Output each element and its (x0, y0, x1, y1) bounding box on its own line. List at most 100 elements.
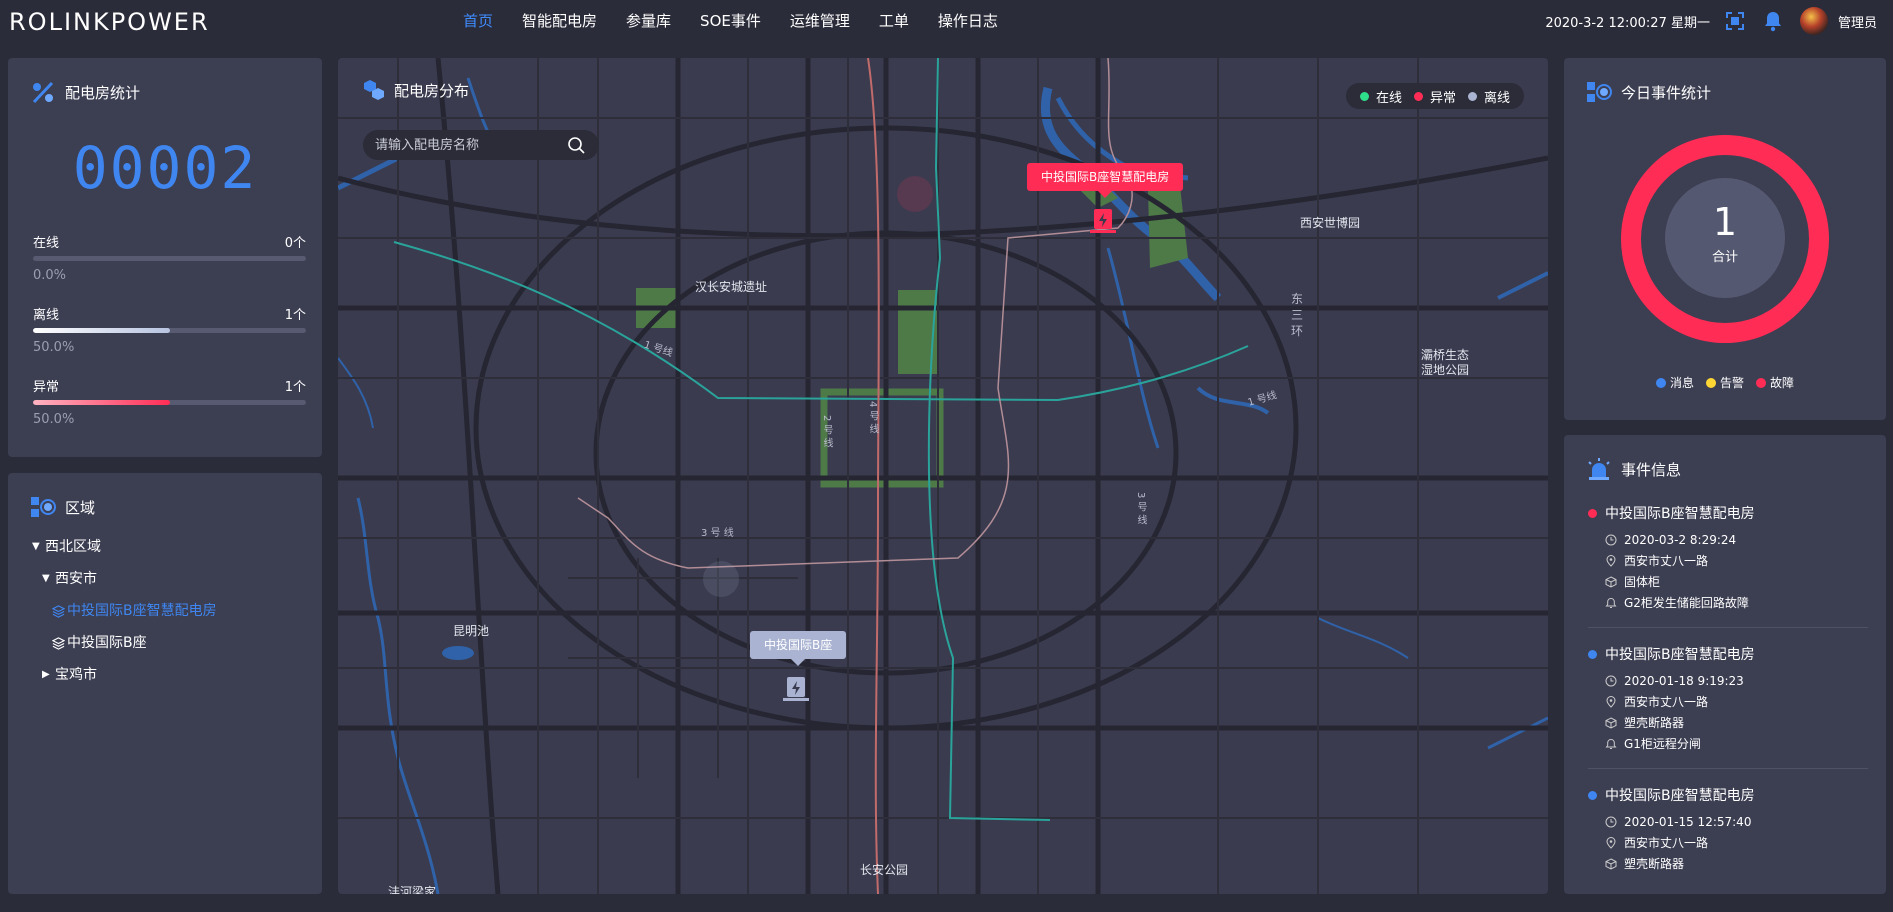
map-place-label: 沣河梁家 (388, 885, 437, 894)
event-legend: 消息 告警 故障 (1564, 374, 1886, 391)
tree-node-label: 宝鸡市 (55, 667, 97, 683)
event-time: 2020-01-15 12:57:40 (1624, 814, 1752, 829)
event-item[interactable]: 中投国际B座智慧配电房 2020-01-18 9:19:23 西安市丈八一路 塑… (1588, 644, 1868, 769)
map-search (363, 130, 599, 160)
today-event-stats-panel: 今日事件统计 1 合计 消息 告警 故障 (1564, 58, 1886, 420)
event-device: 塑壳断路器 (1624, 716, 1685, 730)
legend-label: 消息 (1669, 376, 1694, 390)
location-icon (1606, 836, 1616, 849)
stat-abnormal: 异常 1个 50.0% (33, 376, 306, 427)
stat-bar-fill (33, 328, 170, 333)
event-list: 中投国际B座智慧配电房 2020-03-2 8:29:24 西安市丈八一路 固体… (1588, 503, 1868, 894)
city-map[interactable] (338, 58, 1548, 894)
datetime-display: 2020-3-2 12:00:27 星期一 (1545, 15, 1710, 31)
legend-label: 离线 (1483, 90, 1510, 106)
map-place-label: 长安公园 (860, 863, 909, 877)
tree-node-smart-room[interactable]: 中投国际B座智慧配电房 (32, 595, 217, 627)
map-place-label: 汉长安城遗址 (695, 280, 768, 294)
metro-line-label: 3 号 线 (1135, 492, 1146, 525)
area-icon (31, 497, 56, 517)
room-stats-panel: 配电房统计 00002 在线 0个 0.0% 离线 1个 50.0% 异常 1个 50… (8, 58, 322, 457)
caret-right-icon[interactable]: ▶ (42, 659, 55, 691)
stat-bar-fill (33, 400, 170, 405)
bell-icon[interactable] (1762, 10, 1784, 32)
app-logo: ROLINKPOWER (9, 8, 210, 36)
event-name: 中投国际B座智慧配电房 (1605, 506, 1755, 522)
stat-bar (33, 256, 306, 261)
stat-percent: 50.0% (33, 340, 75, 355)
event-total-label: 合计 (1711, 250, 1738, 265)
tree-node-baoji[interactable]: ▶ 宝鸡市 (32, 659, 217, 691)
event-item[interactable]: 中投国际B座智慧配电房 2020-03-2 8:29:24 西安市丈八一路 固体… (1588, 503, 1868, 628)
room-total-count: 00002 (72, 134, 258, 202)
stat-count: 1个 (284, 380, 306, 395)
avatar[interactable] (1799, 7, 1828, 35)
nav-smart-room[interactable]: 智能配电房 (522, 0, 597, 42)
main-nav: 首页 智能配电房 参量库 SOE事件 运维管理 工单 操作日志 (463, 0, 1027, 42)
user-name[interactable]: 管理员 (1838, 12, 1877, 31)
map-panel[interactable]: 配电房分布 在线 异常 离线 汉长安城遗址 西安世博园 灞桥生态 湿地公园 昆明… (338, 58, 1548, 894)
event-info-panel: 事件信息 中投国际B座智慧配电房 2020-03-2 8:29:24 西安市丈八… (1564, 435, 1886, 894)
device-icon (1605, 575, 1617, 588)
tree-node-label: 中投国际B座 (67, 635, 147, 651)
stat-bar (33, 400, 306, 405)
device-icon (1605, 857, 1617, 870)
legend-offline: 离线 (1467, 87, 1510, 106)
event-location: 西安市丈八一路 (1624, 695, 1709, 709)
search-icon[interactable] (567, 136, 585, 154)
event-time: 2020-01-18 9:19:23 (1624, 673, 1744, 688)
room-stats-title: 配电房统计 (30, 80, 140, 104)
area-panel: 区域 ▼ 西北区域 ▼ 西安市 中投国际B座智慧配电房 中投国际B座 ▶ 宝鸡市 (8, 473, 322, 894)
tree-node-b-block[interactable]: 中投国际B座 (32, 627, 217, 659)
nav-work-orders[interactable]: 工单 (879, 0, 909, 42)
map-place-label: 环 (1291, 324, 1304, 338)
bell-icon (1605, 597, 1617, 608)
stat-count: 1个 (284, 308, 306, 323)
event-stats-title: 今日事件统计 (1586, 80, 1711, 104)
nav-home[interactable]: 首页 (463, 0, 493, 42)
alarm-light-icon (1588, 458, 1610, 480)
stat-label: 异常 (33, 380, 60, 395)
tree-node-xian[interactable]: ▼ 西安市 (32, 563, 217, 595)
room-stats-title-text: 配电房统计 (65, 83, 141, 102)
event-status-dot (1588, 649, 1597, 659)
caret-down-icon[interactable]: ▼ (32, 531, 45, 563)
stats-icon (1587, 82, 1612, 102)
nav-maintenance[interactable]: 运维管理 (790, 0, 850, 42)
area-tree: ▼ 西北区域 ▼ 西安市 中投国际B座智慧配电房 中投国际B座 ▶ 宝鸡市 (32, 531, 217, 691)
stat-count: 0个 (284, 236, 306, 251)
event-message: G2柜发生储能回路故障 (1624, 596, 1749, 610)
top-right-tools: 2020-3-2 12:00:27 星期一 管理员 (1545, 0, 1877, 42)
tree-node-label: 西安市 (55, 571, 97, 587)
event-status-dot (1588, 508, 1597, 518)
marker-tooltip-smart-room[interactable]: 中投国际B座智慧配电房 (1027, 163, 1184, 198)
legend-dot (1467, 91, 1477, 101)
hexagon-icon (364, 80, 384, 100)
stat-label: 在线 (33, 236, 60, 251)
bell-icon (1605, 738, 1617, 749)
nav-operation-log[interactable]: 操作日志 (938, 0, 998, 42)
power-room-icon[interactable] (780, 673, 812, 705)
device-icon (1605, 716, 1617, 729)
legend-alarm: 告警 (1705, 374, 1744, 391)
nav-parameters[interactable]: 参量库 (626, 0, 671, 42)
stat-percent: 0.0% (33, 268, 67, 283)
map-place-label: 湿地公园 (1421, 363, 1470, 377)
nav-soe-events[interactable]: SOE事件 (700, 0, 761, 42)
search-input[interactable] (363, 136, 567, 154)
power-room-icon[interactable] (1087, 205, 1119, 237)
event-device: 固体柜 (1624, 575, 1661, 589)
legend-label: 在线 (1375, 90, 1402, 106)
stat-percent: 50.0% (33, 412, 75, 427)
legend-dot (1413, 91, 1423, 101)
legend-dot (1705, 377, 1716, 388)
event-message: G1柜远程分闸 (1624, 737, 1701, 751)
event-info-title-text: 事件信息 (1621, 460, 1682, 479)
event-item[interactable]: 中投国际B座智慧配电房 2020-01-15 12:57:40 西安市丈八一路 … (1588, 785, 1868, 888)
fullscreen-icon[interactable] (1724, 10, 1746, 32)
percent-icon (32, 81, 54, 104)
caret-down-icon[interactable]: ▼ (42, 563, 55, 595)
tree-node-northwest[interactable]: ▼ 西北区域 (32, 531, 217, 563)
stat-online: 在线 0个 0.0% (33, 232, 306, 283)
marker-tooltip-b-block[interactable]: 中投国际B座 (750, 631, 847, 666)
